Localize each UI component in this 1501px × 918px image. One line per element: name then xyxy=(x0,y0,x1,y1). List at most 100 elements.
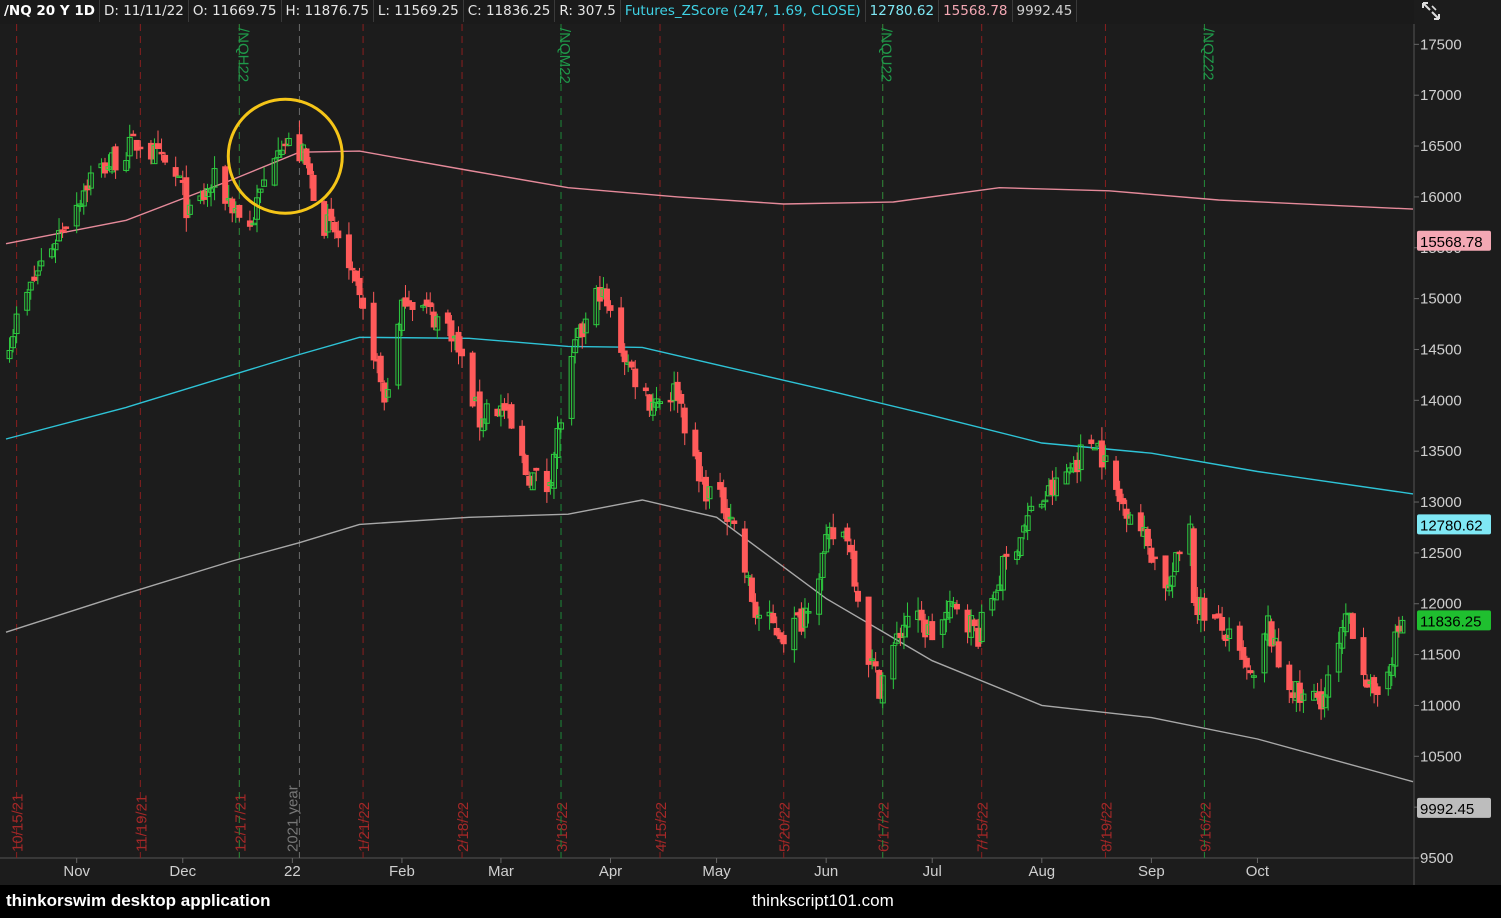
candle-down xyxy=(681,407,688,434)
candle-down xyxy=(183,177,190,219)
candle-down xyxy=(427,302,434,308)
candle-down xyxy=(155,143,162,150)
candle-down xyxy=(360,297,367,309)
x-tick-label: Sep xyxy=(1138,863,1165,880)
candle-down xyxy=(522,454,529,476)
study-lower-value: 9992.45 xyxy=(1013,0,1078,22)
chart-background xyxy=(0,0,1501,885)
candle-down xyxy=(953,603,960,610)
candle-down xyxy=(1144,528,1151,547)
candle-down xyxy=(526,475,533,486)
candle-down xyxy=(1148,547,1155,563)
candle-down xyxy=(741,528,748,573)
candle-down xyxy=(172,167,179,177)
candle-down xyxy=(1243,657,1250,668)
candle-down xyxy=(642,387,649,392)
candle-down xyxy=(731,520,738,524)
candle-down xyxy=(377,355,384,383)
candle-down xyxy=(1222,634,1229,641)
candle-down xyxy=(798,608,805,632)
date-marker-label: 8/19/22 xyxy=(1098,802,1115,852)
candle-down xyxy=(303,148,310,166)
y-tick-label: 11000 xyxy=(1420,697,1461,714)
candle-down xyxy=(1194,596,1201,616)
date-marker-label: 2/18/22 xyxy=(455,802,472,852)
candle-down xyxy=(1162,555,1169,589)
candle-down xyxy=(975,627,982,647)
y-tick-label: 17500 xyxy=(1420,36,1462,53)
candle-down xyxy=(964,609,971,633)
candle-down xyxy=(63,226,70,229)
candle-down xyxy=(229,198,236,214)
y-tick-label: 9500 xyxy=(1420,850,1453,867)
candle-down xyxy=(508,404,515,429)
expiry-marker-label: /NQZ22 xyxy=(1199,28,1216,81)
candle-down xyxy=(331,221,338,233)
x-tick-label: Aug xyxy=(1028,863,1055,880)
y-tick-label: 13000 xyxy=(1420,494,1462,511)
candle-down xyxy=(1349,613,1356,639)
candle-down xyxy=(702,476,709,502)
candle-down xyxy=(543,470,550,493)
x-tick-label: Nov xyxy=(63,863,90,880)
candle-down xyxy=(469,352,476,407)
candle-down xyxy=(1236,625,1243,651)
candle-down xyxy=(130,133,137,137)
candle-down xyxy=(603,288,610,307)
candle-down xyxy=(236,204,243,218)
candle-down xyxy=(409,301,416,310)
candle-down xyxy=(476,391,483,428)
candle-down xyxy=(1374,686,1381,695)
close-readout: C: 11836.25 xyxy=(464,0,556,22)
candle-down xyxy=(865,596,872,665)
footer-bar: thinkorswim desktop application thinkscr… xyxy=(0,885,1501,918)
y-tick-label: 17000 xyxy=(1420,87,1462,104)
symbol-label[interactable]: /NQ 20 Y 1D xyxy=(0,0,100,22)
x-tick-label: May xyxy=(702,863,731,880)
candle-down xyxy=(1268,621,1275,647)
candle-down xyxy=(101,162,108,174)
candle-down xyxy=(1247,670,1254,674)
candle-down xyxy=(112,146,119,171)
candle-down xyxy=(1088,439,1095,445)
candle-down xyxy=(59,229,66,233)
candle-down xyxy=(1176,551,1183,555)
candle-down xyxy=(31,276,38,281)
candle-down xyxy=(1395,625,1402,632)
candle-down xyxy=(1219,616,1226,631)
x-tick-label: Mar xyxy=(488,863,514,880)
study-name[interactable]: Futures_ZScore (247, 1.69, CLOSE) xyxy=(621,0,866,22)
low-readout: L: 11569.25 xyxy=(374,0,464,22)
candle-down xyxy=(381,382,388,403)
date-marker-label: 6/17/22 xyxy=(876,802,893,852)
candle-down xyxy=(1360,637,1367,676)
candle-down xyxy=(1240,647,1247,660)
candle-down xyxy=(162,154,169,163)
date-marker-label: 3/18/22 xyxy=(554,802,571,852)
candle-down xyxy=(1318,691,1325,710)
candle-down xyxy=(830,527,837,540)
date-marker-label: 4/15/22 xyxy=(653,802,670,852)
price-bubble-label: 11836.25 xyxy=(1420,613,1481,630)
date-marker-label: 1/21/22 xyxy=(356,802,373,852)
candle-down xyxy=(1120,498,1127,505)
price-chart[interactable]: 10/15/21 11/19/21 12/17/21 1/21/22 2/18/22 3/… xyxy=(0,0,1501,885)
candle-down xyxy=(724,507,731,522)
x-tick-label: Oct xyxy=(1246,863,1270,880)
candle-down xyxy=(1289,692,1296,699)
candle-down xyxy=(222,166,229,204)
candle-down xyxy=(618,307,625,353)
candle-down xyxy=(1137,512,1144,532)
candle-down xyxy=(158,151,165,155)
candle-down xyxy=(345,234,352,269)
crosshair-arrows-icon[interactable] xyxy=(1418,0,1444,22)
date-marker-label: 11/19/21 xyxy=(133,795,150,852)
candle-down xyxy=(321,201,328,236)
candle-down xyxy=(335,230,342,239)
y-tick-label: 16500 xyxy=(1420,138,1462,155)
high-readout: H: 11876.75 xyxy=(282,0,374,22)
y-tick-label: 14000 xyxy=(1420,392,1462,409)
candle-down xyxy=(296,134,303,162)
date-marker-label: 9/16/22 xyxy=(1197,802,1214,852)
candle-down xyxy=(918,609,925,621)
